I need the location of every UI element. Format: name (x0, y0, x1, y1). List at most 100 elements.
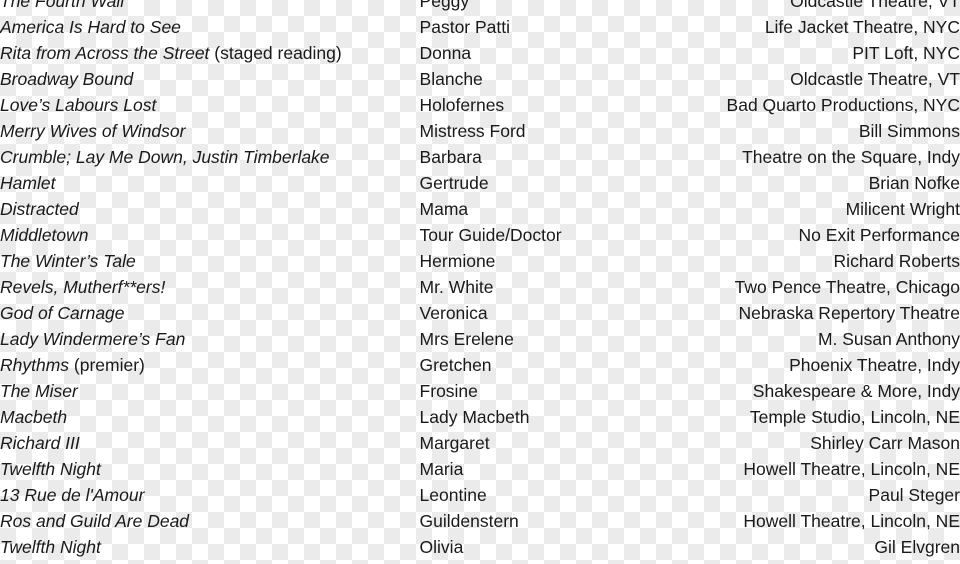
venue-or-director-cell: Milicent Wright (845, 199, 960, 219)
venue-or-director-cell: Paul Steger (868, 485, 960, 505)
table-row: 13 Rue de l'Amour Leontine Paul Steger (0, 482, 960, 508)
venue-or-director-cell: No Exit Performance (798, 225, 960, 245)
role-name-cell: Gretchen (419, 355, 492, 375)
role-name-cell: Gertrude (419, 173, 489, 193)
table-row: Merry Wives of Windsor Mistress Ford Bill … (0, 118, 960, 144)
role-name-cell: Barbara (419, 147, 482, 167)
production-title-cell: Rhythms (premier) (0, 352, 420, 378)
venue-or-director-cell: Phoenix Theatre, Indy (789, 355, 960, 375)
production-title-cell: Ros and Guild Are Dead (0, 508, 420, 534)
production-title-cell: Twelfth Night (0, 456, 420, 482)
production-title-cell: The Fourth Wall (0, 0, 420, 14)
table-row: Rita from Across the Street (staged read… (0, 40, 960, 66)
production-title-cell: The Miser (0, 378, 420, 404)
table-row: Broadway Bound Blanche Oldcastle Theatre, … (0, 66, 960, 92)
role-name-cell: Hermione (419, 251, 496, 271)
venue-or-director-cell: Richard Roberts (833, 251, 960, 271)
production-title: Revels, Mutherf**ers! (0, 277, 166, 297)
production-title-note: (staged reading) (209, 43, 342, 63)
table-row: Lady Windermere’s Fan Mrs Erelene M. Susan… (0, 326, 960, 352)
venue-or-director-cell: Shakespeare & More, Indy (752, 381, 960, 401)
role-name-cell: Leontine (419, 485, 487, 505)
venue-or-director-cell: Bill Simmons (858, 121, 960, 141)
role-name-cell: Pastor Patti (419, 17, 511, 37)
table-row: The Miser Frosine Shakespeare & More, Indy (0, 378, 960, 404)
production-title-cell: Distracted (0, 196, 420, 222)
role-name-cell: Guildenstern (419, 511, 519, 531)
production-title: Love’s Labours Lost (0, 95, 157, 115)
table-row: God of Carnage Veronica Nebraska Repertory… (0, 300, 960, 326)
production-title: Merry Wives of Windsor (0, 121, 186, 141)
venue-or-director-cell: Two Pence Theatre, Chicago (734, 277, 960, 297)
venue-or-director-cell: Temple Studio, Lincoln, NE (749, 407, 960, 427)
production-title-cell: Crumble; Lay Me Down, Justin Timberlake (0, 144, 420, 170)
production-title: America Is Hard to See (0, 17, 181, 37)
production-title: Richard III (0, 433, 80, 453)
production-title-note: (premier) (69, 355, 145, 375)
venue-or-director-cell: Howell Theatre, Lincoln, NE (743, 511, 960, 531)
production-title: Ros and Guild Are Dead (0, 511, 190, 531)
venue-or-director-cell: Nebraska Repertory Theatre (738, 303, 960, 323)
production-title: The Winter’s Tale (0, 251, 136, 271)
production-title-cell: Hamlet (0, 170, 420, 196)
production-title-cell: Macbeth (0, 404, 420, 430)
production-title: Crumble; Lay Me Down, Justin Timberlake (0, 147, 330, 167)
table-row: The Fourth Wall Peggy Oldcastle Theatre, V… (0, 0, 960, 14)
production-title-cell: God of Carnage (0, 300, 420, 326)
production-title-cell: America Is Hard to See (0, 14, 420, 40)
table-row: America Is Hard to See Pastor Patti Life J… (0, 14, 960, 40)
venue-or-director-cell: Life Jacket Theatre, NYC (764, 17, 960, 37)
table-row: Twelfth Night Maria Howell Theatre, Lincol… (0, 456, 960, 482)
table-row: Middletown Tour Guide/Doctor No Exit Perfo… (0, 222, 960, 248)
production-title-cell: Revels, Mutherf**ers! (0, 274, 420, 300)
production-title: Distracted (0, 199, 79, 219)
production-title-cell: 13 Rue de l'Amour (0, 482, 420, 508)
production-title: Hamlet (0, 173, 56, 193)
role-name-cell: Blanche (419, 69, 483, 89)
table-row: Hamlet Gertrude Brian Nofke (0, 170, 960, 196)
role-name-cell: Maria (419, 459, 464, 479)
venue-or-director-cell: Shirley Carr Mason (810, 433, 960, 453)
venue-or-director-cell: M. Susan Anthony (817, 329, 960, 349)
role-name-cell: Peggy (419, 0, 470, 11)
role-name-cell: Tour Guide/Doctor (419, 225, 562, 245)
table-row: Ros and Guild Are Dead Guildenstern Howell… (0, 508, 960, 534)
production-title-cell: Merry Wives of Windsor (0, 118, 420, 144)
table-row: Twelfth Night Olivia Gil Elvgren (0, 534, 960, 560)
venue-or-director-cell: Oldcastle Theatre, VT (790, 0, 960, 11)
production-title: Middletown (0, 225, 89, 245)
table-row: Revels, Mutherf**ers! Mr. White Two Pence … (0, 274, 960, 300)
production-title: Lady Windermere’s Fan (0, 329, 186, 349)
role-name-cell: Lady Macbeth (419, 407, 530, 427)
production-title-cell: Love’s Labours Lost (0, 92, 420, 118)
production-title-cell: Richard III (0, 430, 420, 456)
production-title-cell: The Winter’s Tale (0, 248, 420, 274)
role-name-cell: Mama (419, 199, 469, 219)
production-title: Rhythms (0, 355, 70, 375)
production-title: Twelfth Night (0, 537, 101, 557)
theatre-credits-table: The Fourth Wall Peggy Oldcastle Theatre, V… (0, 0, 960, 560)
table-row: Richard III Margaret Shirley Carr Mason (0, 430, 960, 456)
production-title-cell: Middletown (0, 222, 420, 248)
table-row: Macbeth Lady Macbeth Temple Studio, Lincol… (0, 404, 960, 430)
production-title-cell: Broadway Bound (0, 66, 420, 92)
table-row: Rhythms (premier) Gretchen Phoenix Theatre… (0, 352, 960, 378)
role-name-cell: Holofernes (419, 95, 505, 115)
credits-table-body: The Fourth Wall Peggy Oldcastle Theatre, V… (0, 0, 960, 560)
production-title: Broadway Bound (0, 69, 134, 89)
role-name-cell: Olivia (419, 537, 464, 557)
production-title-cell: Lady Windermere’s Fan (0, 326, 420, 352)
table-row: Crumble; Lay Me Down, Justin Timberlake B… (0, 144, 960, 170)
production-title-cell: Twelfth Night (0, 534, 420, 560)
role-name-cell: Mrs Erelene (419, 329, 514, 349)
role-name-cell: Mr. White (419, 277, 494, 297)
role-name-cell: Margaret (419, 433, 490, 453)
production-title: Macbeth (0, 407, 68, 427)
venue-or-director-cell: Oldcastle Theatre, VT (790, 69, 960, 89)
venue-or-director-cell: Gil Elvgren (874, 537, 960, 557)
production-title: 13 Rue de l'Amour (0, 485, 145, 505)
production-title-cell: Rita from Across the Street (staged read… (0, 40, 420, 66)
venue-or-director-cell: Brian Nofke (868, 173, 960, 193)
role-name-cell: Frosine (419, 381, 478, 401)
role-name-cell: Donna (419, 43, 472, 63)
